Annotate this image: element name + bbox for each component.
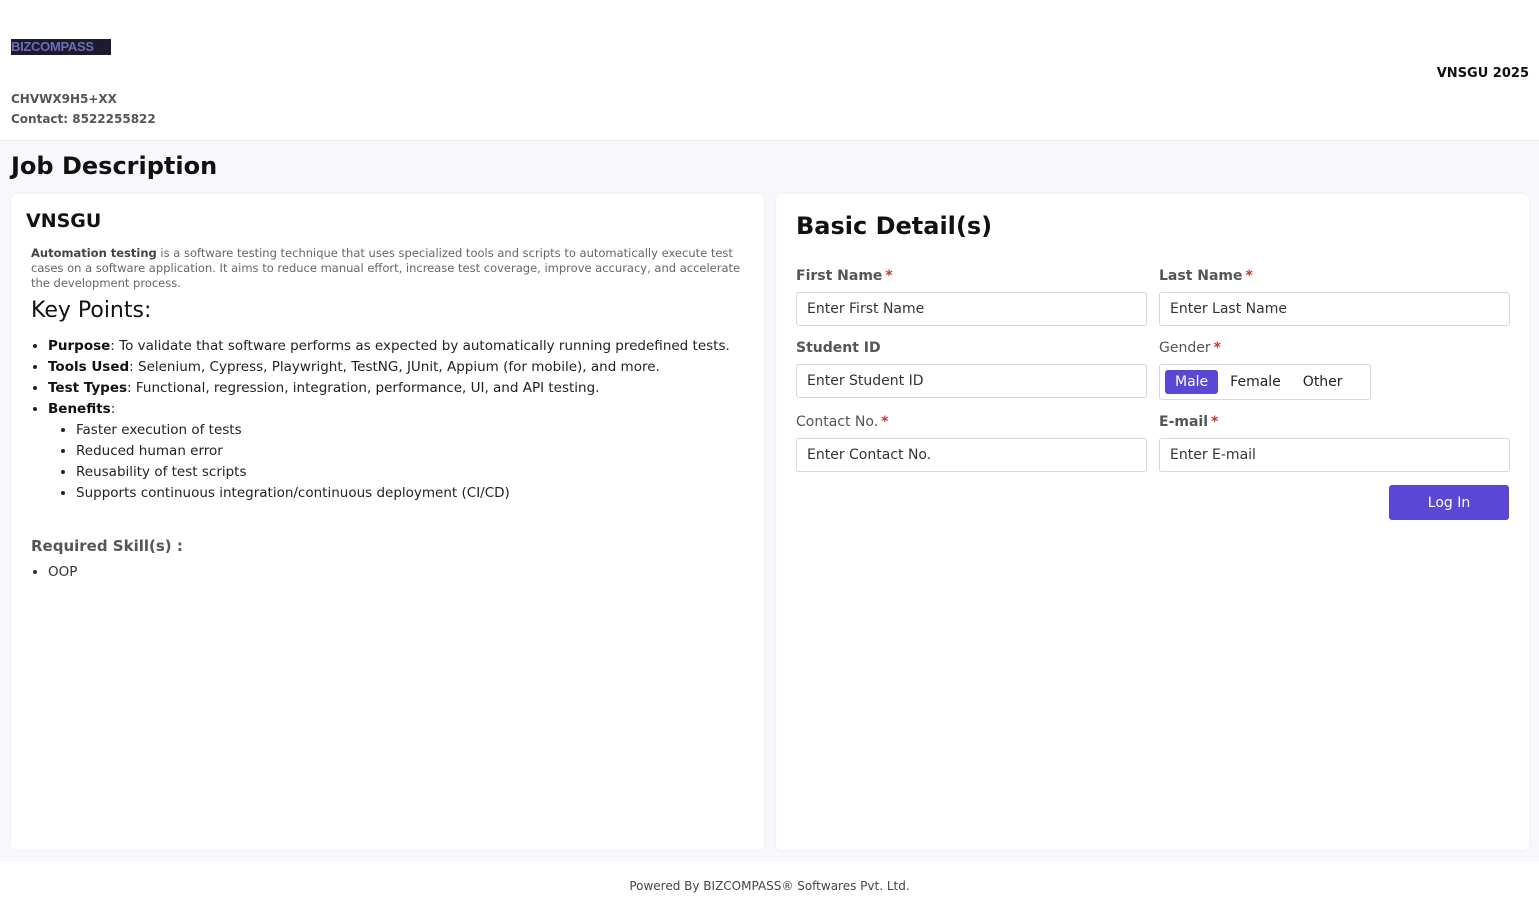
first-name-group: First Name *: [796, 268, 1147, 326]
email-group: E-mail *: [1159, 414, 1510, 472]
top-header: BIZCOMPASS CHVWX9H5+XX Contact: 85222558…: [0, 0, 1539, 141]
required-mark: *: [885, 268, 893, 284]
key-point-item: Purpose: To validate that software perfo…: [48, 336, 751, 357]
required-skills-heading: Required Skill(s) :: [31, 537, 183, 555]
student-id-label-text: Student ID: [796, 340, 881, 356]
student-id-label: Student ID: [796, 340, 1147, 360]
skill-item: OOP: [48, 562, 77, 582]
job-description-card: VNSGU Automation testing is a software t…: [11, 194, 764, 850]
location-code: CHVWX9H5+XX: [11, 92, 117, 106]
key-point-text: : Selenium, Cypress, Playwright, TestNG,…: [129, 359, 660, 375]
skills-list: OOP: [31, 562, 77, 582]
last-name-input[interactable]: [1159, 292, 1510, 326]
log-in-button[interactable]: Log In: [1389, 485, 1509, 520]
contact-input[interactable]: [796, 438, 1147, 472]
gender-label-text: Gender: [1159, 340, 1211, 356]
email-label-text: E-mail: [1159, 414, 1209, 430]
contact-label: Contact No. *: [796, 414, 1147, 434]
contact-number: Contact: 8522255822: [11, 112, 156, 126]
key-point-item: Tools Used: Selenium, Cypress, Playwrigh…: [48, 357, 751, 378]
student-id-group: Student ID: [796, 340, 1147, 398]
gender-option-male[interactable]: Male: [1165, 370, 1219, 394]
key-points: Purpose: To validate that software perfo…: [31, 336, 751, 504]
required-mark: *: [881, 414, 889, 430]
required-mark: *: [1245, 268, 1253, 284]
gender-group: Gender * Male Female Other: [1159, 340, 1510, 400]
gender-option-female[interactable]: Female: [1220, 370, 1291, 394]
key-point-term: Test Types: [48, 380, 128, 396]
benefit-item: Reduced human error: [76, 441, 751, 462]
key-point-item: Benefits: Faster execution of tests Redu…: [48, 399, 751, 504]
bizcompass-logo: BIZCOMPASS: [11, 39, 111, 55]
key-point-term: Purpose: [48, 338, 111, 354]
page-title: Job Description: [11, 152, 218, 180]
student-id-input[interactable]: [796, 364, 1147, 398]
first-name-label: First Name *: [796, 268, 1147, 288]
key-point-term: Tools Used: [48, 359, 130, 375]
job-intro: Automation testing is a software testing…: [31, 246, 746, 291]
key-point-text: :: [110, 401, 116, 417]
gender-selector: Male Female Other: [1159, 364, 1371, 400]
benefits-list: Faster execution of tests Reduced human …: [48, 420, 751, 504]
email-input[interactable]: [1159, 438, 1510, 472]
basic-details-card: Basic Detail(s) First Name* Last Name* S…: [776, 194, 1529, 850]
organization-name: VNSGU: [26, 210, 102, 232]
key-point-text: : To validate that software performs as …: [110, 338, 730, 354]
key-point-item: Test Types: Functional, regression, inte…: [48, 378, 751, 399]
benefit-item: Reusability of test scripts: [76, 462, 751, 483]
last-name-group: Last Name *: [1159, 268, 1510, 326]
first-name-label-text: First Name: [796, 268, 883, 284]
key-point-text: : Functional, regression, integration, p…: [127, 380, 600, 396]
intro-term: Automation testing: [31, 246, 157, 260]
gender-label: Gender *: [1159, 340, 1510, 360]
first-name-input[interactable]: [796, 292, 1147, 326]
benefit-item: Faster execution of tests: [76, 420, 751, 441]
contact-label-text: Contact No.: [796, 414, 879, 430]
last-name-label-text: Last Name: [1159, 268, 1243, 284]
email-label: E-mail *: [1159, 414, 1510, 434]
key-point-term: Benefits: [48, 401, 111, 417]
gender-option-other[interactable]: Other: [1293, 370, 1353, 394]
contact-group: Contact No. *: [796, 414, 1147, 472]
last-name-label: Last Name *: [1159, 268, 1510, 288]
footer: Powered By BIZCOMPASS® Softwares Pvt. Lt…: [0, 862, 1539, 910]
key-points-heading: Key Points:: [31, 298, 152, 323]
required-mark: *: [1211, 414, 1219, 430]
benefit-item: Supports continuous integration/continuo…: [76, 483, 751, 504]
form-title: Basic Detail(s): [796, 212, 993, 240]
required-mark: *: [1213, 340, 1221, 356]
event-title: VNSGU 2025: [1436, 66, 1529, 81]
